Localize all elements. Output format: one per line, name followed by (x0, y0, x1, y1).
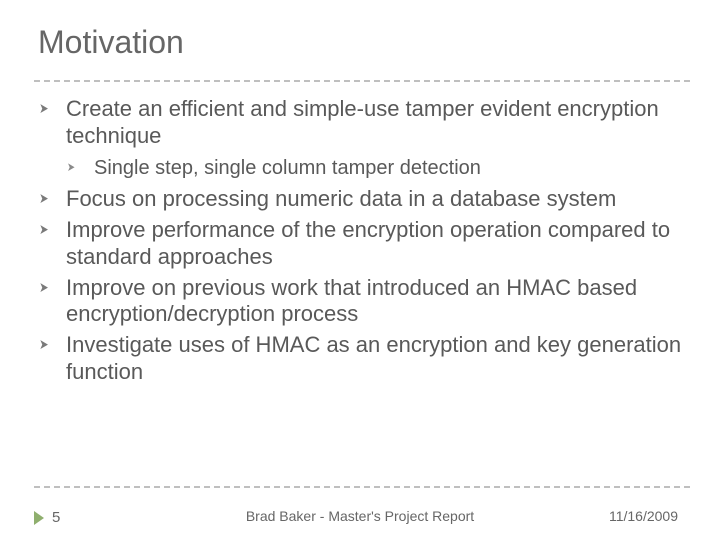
bullet-text: Improve on previous work that introduced… (66, 275, 637, 327)
bullet-item: Focus on processing numeric data in a da… (38, 186, 690, 213)
bullet-text: Investigate uses of HMAC as an encryptio… (66, 332, 681, 384)
sub-bullet-text: Single step, single column tamper detect… (94, 157, 481, 179)
bullet-item: Improve on previous work that introduced… (38, 275, 690, 329)
bullet-item: Create an efficient and simple-use tampe… (38, 96, 690, 180)
bullet-text: Improve performance of the encryption op… (66, 217, 670, 269)
bullet-item: Investigate uses of HMAC as an encryptio… (38, 332, 690, 386)
bullet-text: Focus on processing numeric data in a da… (66, 186, 616, 211)
bullet-text: Create an efficient and simple-use tampe… (66, 96, 659, 148)
sub-bullet-list: Single step, single column tamper detect… (66, 156, 690, 180)
title-divider (34, 80, 690, 82)
footer-date: 11/16/2009 (609, 508, 678, 524)
footer-divider (34, 486, 690, 488)
bullet-item: Improve performance of the encryption op… (38, 217, 690, 271)
sub-bullet-item: Single step, single column tamper detect… (66, 156, 690, 180)
slide: Motivation Create an efficient and simpl… (0, 0, 720, 540)
bullet-list: Create an efficient and simple-use tampe… (38, 96, 690, 386)
slide-content: Create an efficient and simple-use tampe… (38, 96, 690, 390)
slide-title: Motivation (38, 24, 184, 61)
